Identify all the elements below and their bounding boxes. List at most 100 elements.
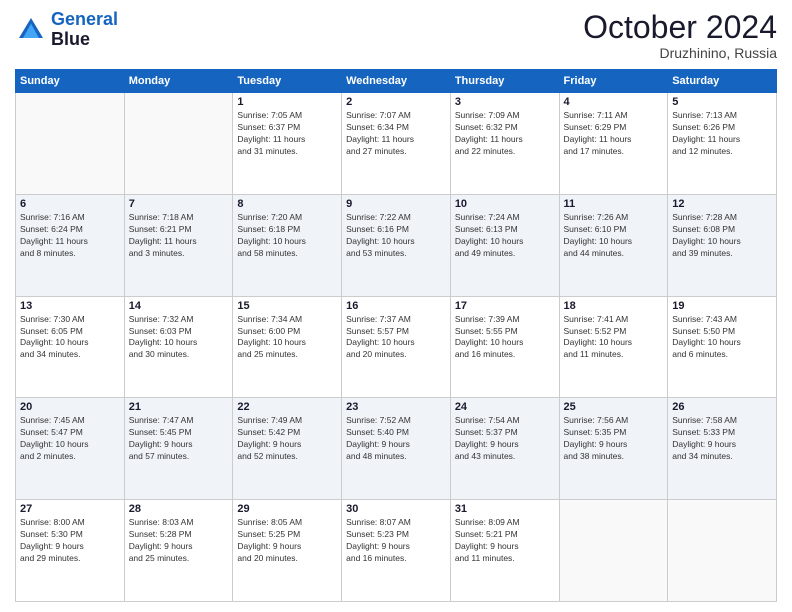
day-number: 3 xyxy=(455,96,555,108)
day-info: Sunrise: 7:09 AM Sunset: 6:32 PM Dayligh… xyxy=(455,110,555,158)
day-info: Sunrise: 8:09 AM Sunset: 5:21 PM Dayligh… xyxy=(455,517,555,565)
day-cell: 15Sunrise: 7:34 AM Sunset: 6:00 PM Dayli… xyxy=(233,296,342,398)
day-cell: 26 Sunrise: 7:58 AM Sunset: 5:33 PM Dayli… xyxy=(668,398,777,500)
day-number: 5 xyxy=(672,96,772,108)
header: General Blue October 2024 Druzhinino, Ru… xyxy=(15,10,777,61)
day-cell: 30Sunrise: 8:07 AM Sunset: 5:23 PM Dayli… xyxy=(342,500,451,602)
day-cell: 21 Sunrise: 7:47 AM Sunset: 5:45 PM Dayli… xyxy=(124,398,233,500)
day-info: Sunrise: 7:39 AM Sunset: 5:55 PM Dayligh… xyxy=(455,314,555,362)
col-wednesday: Wednesday xyxy=(342,70,451,93)
day-number: 25 xyxy=(564,401,664,413)
day-cell: 22Sunrise: 7:49 AM Sunset: 5:42 PM Dayli… xyxy=(233,398,342,500)
day-number: 21 xyxy=(129,401,229,413)
day-cell: 18 Sunrise: 7:41 AM Sunset: 5:52 PM Dayli… xyxy=(559,296,668,398)
day-number: 20 xyxy=(20,401,120,413)
day-info: Sunrise: 7:22 AM Sunset: 6:16 PM Dayligh… xyxy=(346,212,446,260)
day-info: Sunrise: 7:30 AM Sunset: 6:05 PM Dayligh… xyxy=(20,314,120,362)
day-cell: 9Sunrise: 7:22 AM Sunset: 6:16 PM Daylig… xyxy=(342,194,451,296)
day-info: Sunrise: 7:18 AM Sunset: 6:21 PM Dayligh… xyxy=(129,212,229,260)
day-cell: 2 Sunrise: 7:07 AM Sunset: 6:34 PM Daylig… xyxy=(342,93,451,195)
day-info: Sunrise: 7:47 AM Sunset: 5:45 PM Dayligh… xyxy=(129,415,229,463)
day-cell: 1Sunrise: 7:05 AM Sunset: 6:37 PM Daylig… xyxy=(233,93,342,195)
day-info: Sunrise: 7:28 AM Sunset: 6:08 PM Dayligh… xyxy=(672,212,772,260)
day-info: Sunrise: 7:58 AM Sunset: 5:33 PM Dayligh… xyxy=(672,415,772,463)
day-info: Sunrise: 7:41 AM Sunset: 5:52 PM Dayligh… xyxy=(564,314,664,362)
day-info: Sunrise: 8:05 AM Sunset: 5:25 PM Dayligh… xyxy=(237,517,337,565)
month-title: October 2024 xyxy=(583,10,777,45)
day-number: 29 xyxy=(237,503,337,515)
day-number: 28 xyxy=(129,503,229,515)
day-cell: 17Sunrise: 7:39 AM Sunset: 5:55 PM Dayli… xyxy=(450,296,559,398)
day-cell: 7Sunrise: 7:18 AM Sunset: 6:21 PM Daylig… xyxy=(124,194,233,296)
col-monday: Monday xyxy=(124,70,233,93)
week-row-3: 13 Sunrise: 7:30 AM Sunset: 6:05 PM Dayli… xyxy=(16,296,777,398)
day-cell: 16 Sunrise: 7:37 AM Sunset: 5:57 PM Dayli… xyxy=(342,296,451,398)
week-row-2: 6 Sunrise: 7:16 AM Sunset: 6:24 PM Daylig… xyxy=(16,194,777,296)
day-cell: 12 Sunrise: 7:28 AM Sunset: 6:08 PM Dayli… xyxy=(668,194,777,296)
day-number: 2 xyxy=(346,96,446,108)
day-cell: 5Sunrise: 7:13 AM Sunset: 6:26 PM Daylig… xyxy=(668,93,777,195)
day-cell: 23 Sunrise: 7:52 AM Sunset: 5:40 PM Dayli… xyxy=(342,398,451,500)
day-cell: 3 Sunrise: 7:09 AM Sunset: 6:32 PM Daylig… xyxy=(450,93,559,195)
day-info: Sunrise: 7:37 AM Sunset: 5:57 PM Dayligh… xyxy=(346,314,446,362)
day-info: Sunrise: 7:54 AM Sunset: 5:37 PM Dayligh… xyxy=(455,415,555,463)
day-number: 14 xyxy=(129,300,229,312)
day-info: Sunrise: 7:32 AM Sunset: 6:03 PM Dayligh… xyxy=(129,314,229,362)
week-row-4: 20 Sunrise: 7:45 AM Sunset: 5:47 PM Dayli… xyxy=(16,398,777,500)
day-cell: 10Sunrise: 7:24 AM Sunset: 6:13 PM Dayli… xyxy=(450,194,559,296)
day-info: Sunrise: 7:49 AM Sunset: 5:42 PM Dayligh… xyxy=(237,415,337,463)
day-cell: 20 Sunrise: 7:45 AM Sunset: 5:47 PM Dayli… xyxy=(16,398,125,500)
day-number: 12 xyxy=(672,198,772,210)
day-number: 26 xyxy=(672,401,772,413)
col-thursday: Thursday xyxy=(450,70,559,93)
day-info: Sunrise: 7:45 AM Sunset: 5:47 PM Dayligh… xyxy=(20,415,120,463)
day-cell: 6 Sunrise: 7:16 AM Sunset: 6:24 PM Daylig… xyxy=(16,194,125,296)
day-number: 6 xyxy=(20,198,120,210)
day-number: 31 xyxy=(455,503,555,515)
day-number: 4 xyxy=(564,96,664,108)
day-cell: 4 Sunrise: 7:11 AM Sunset: 6:29 PM Daylig… xyxy=(559,93,668,195)
day-number: 30 xyxy=(346,503,446,515)
day-info: Sunrise: 7:07 AM Sunset: 6:34 PM Dayligh… xyxy=(346,110,446,158)
day-number: 18 xyxy=(564,300,664,312)
day-cell xyxy=(16,93,125,195)
day-cell: 8 Sunrise: 7:20 AM Sunset: 6:18 PM Daylig… xyxy=(233,194,342,296)
week-row-5: 27 Sunrise: 8:00 AM Sunset: 5:30 PM Dayli… xyxy=(16,500,777,602)
day-cell: 11 Sunrise: 7:26 AM Sunset: 6:10 PM Dayli… xyxy=(559,194,668,296)
day-cell: 31 Sunrise: 8:09 AM Sunset: 5:21 PM Dayli… xyxy=(450,500,559,602)
day-number: 27 xyxy=(20,503,120,515)
day-number: 13 xyxy=(20,300,120,312)
day-cell: 13 Sunrise: 7:30 AM Sunset: 6:05 PM Dayli… xyxy=(16,296,125,398)
day-info: Sunrise: 7:16 AM Sunset: 6:24 PM Dayligh… xyxy=(20,212,120,260)
day-number: 1 xyxy=(237,96,337,108)
logo-text: General Blue xyxy=(51,10,118,50)
day-info: Sunrise: 7:26 AM Sunset: 6:10 PM Dayligh… xyxy=(564,212,664,260)
logo-icon xyxy=(15,14,47,46)
day-info: Sunrise: 8:03 AM Sunset: 5:28 PM Dayligh… xyxy=(129,517,229,565)
day-info: Sunrise: 7:11 AM Sunset: 6:29 PM Dayligh… xyxy=(564,110,664,158)
day-cell: 27 Sunrise: 8:00 AM Sunset: 5:30 PM Dayli… xyxy=(16,500,125,602)
day-cell xyxy=(124,93,233,195)
day-info: Sunrise: 7:43 AM Sunset: 5:50 PM Dayligh… xyxy=(672,314,772,362)
col-sunday: Sunday xyxy=(16,70,125,93)
day-cell: 29 Sunrise: 8:05 AM Sunset: 5:25 PM Dayli… xyxy=(233,500,342,602)
header-row: Sunday Monday Tuesday Wednesday Thursday… xyxy=(16,70,777,93)
day-number: 11 xyxy=(564,198,664,210)
day-cell: 14 Sunrise: 7:32 AM Sunset: 6:03 PM Dayli… xyxy=(124,296,233,398)
day-info: Sunrise: 7:20 AM Sunset: 6:18 PM Dayligh… xyxy=(237,212,337,260)
day-number: 24 xyxy=(455,401,555,413)
day-cell: 19 Sunrise: 7:43 AM Sunset: 5:50 PM Dayli… xyxy=(668,296,777,398)
day-cell xyxy=(668,500,777,602)
day-number: 23 xyxy=(346,401,446,413)
week-row-1: 1Sunrise: 7:05 AM Sunset: 6:37 PM Daylig… xyxy=(16,93,777,195)
day-info: Sunrise: 7:56 AM Sunset: 5:35 PM Dayligh… xyxy=(564,415,664,463)
day-number: 19 xyxy=(672,300,772,312)
day-number: 8 xyxy=(237,198,337,210)
day-info: Sunrise: 7:52 AM Sunset: 5:40 PM Dayligh… xyxy=(346,415,446,463)
day-info: Sunrise: 8:00 AM Sunset: 5:30 PM Dayligh… xyxy=(20,517,120,565)
col-saturday: Saturday xyxy=(668,70,777,93)
day-number: 16 xyxy=(346,300,446,312)
calendar: Sunday Monday Tuesday Wednesday Thursday… xyxy=(15,69,777,602)
day-cell: 24 Sunrise: 7:54 AM Sunset: 5:37 PM Dayli… xyxy=(450,398,559,500)
day-cell xyxy=(559,500,668,602)
